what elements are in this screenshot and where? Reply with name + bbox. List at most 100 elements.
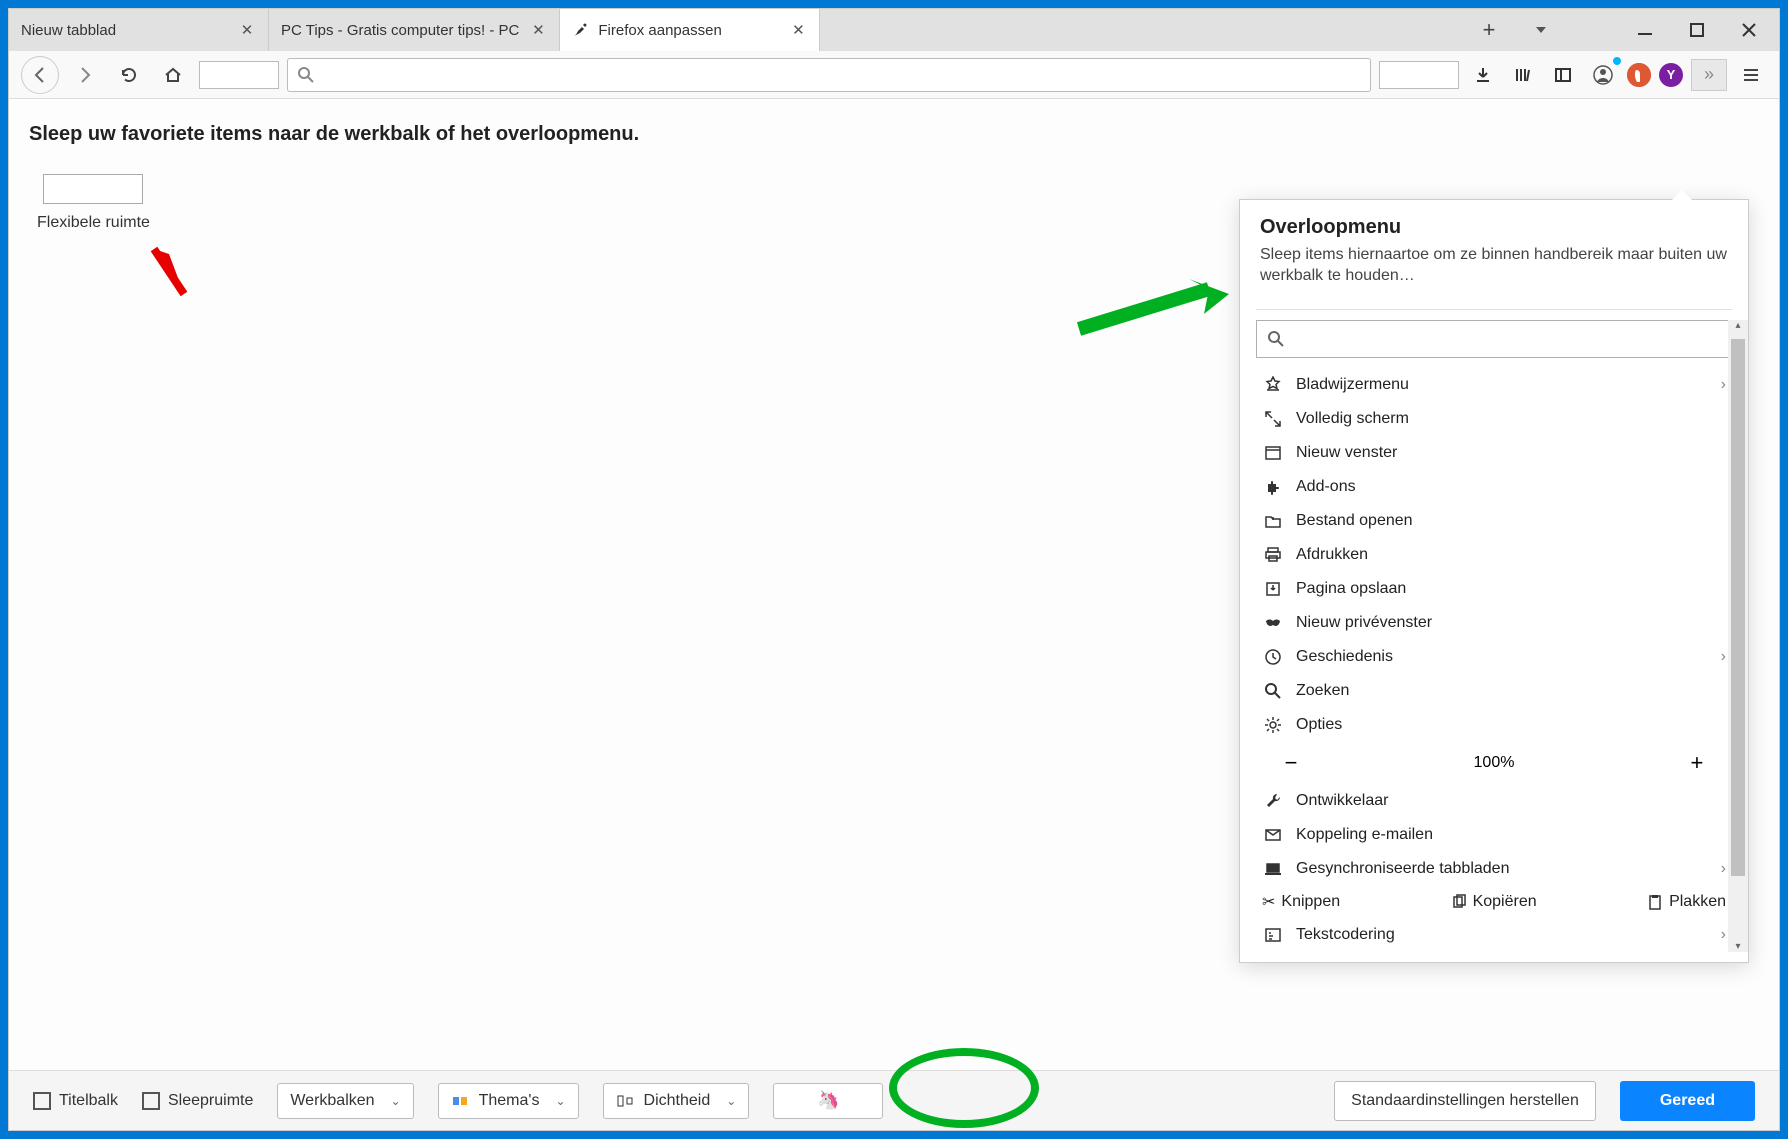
window-close-icon[interactable] — [1729, 10, 1769, 50]
close-icon[interactable]: ✕ — [789, 21, 807, 39]
overflow-search-input[interactable] — [1256, 320, 1732, 358]
chevron-right-icon: › — [1721, 860, 1726, 878]
overflow-item-addons[interactable]: Add-ons — [1256, 470, 1732, 504]
overflow-item-private[interactable]: Nieuw privévenster — [1256, 606, 1732, 640]
checkbox-icon — [33, 1092, 51, 1110]
back-button[interactable] — [21, 56, 59, 94]
tab-label: Firefox aanpassen — [598, 22, 721, 39]
forward-button[interactable] — [67, 57, 103, 93]
zoom-in-button[interactable]: + — [1682, 748, 1712, 778]
tab-label: PC Tips - Gratis computer tips! - PC — [281, 22, 519, 39]
print-icon — [1262, 544, 1284, 566]
item-label: Koppeling e-mailen — [1296, 826, 1433, 844]
new-tab-button[interactable]: + — [1469, 10, 1509, 50]
tab-label: Nieuw tabblad — [21, 22, 116, 39]
flexible-space-placeholder[interactable] — [1379, 61, 1459, 89]
tabs-dropdown-icon[interactable] — [1521, 10, 1561, 50]
close-icon[interactable]: ✕ — [529, 21, 547, 39]
home-button[interactable] — [155, 57, 191, 93]
folder-open-icon — [1262, 510, 1284, 532]
encoding-icon — [1262, 924, 1284, 946]
overflow-item-options[interactable]: Opties — [1256, 708, 1732, 742]
item-label: Afdrukken — [1296, 546, 1368, 564]
chevron-right-icon: › — [1721, 926, 1726, 944]
item-label: Ontwikkelaar — [1296, 792, 1388, 810]
unicorn-button[interactable]: 🦄 — [773, 1083, 883, 1119]
copy-button[interactable]: Kopiëren — [1451, 893, 1537, 911]
overflow-item-search[interactable]: Zoeken — [1256, 674, 1732, 708]
window-icon — [1262, 442, 1284, 464]
toolbars-dropdown[interactable]: Werkbalken ⌄ — [277, 1083, 413, 1119]
search-icon — [298, 67, 314, 83]
tab-customize[interactable]: Firefox aanpassen ✕ — [560, 9, 820, 51]
puzzle-icon — [1262, 476, 1284, 498]
overflow-item-bookmarks[interactable]: Bladwijzermenu › — [1256, 368, 1732, 402]
clipboard-icon — [1647, 894, 1663, 910]
instruction-text: Sleep uw favoriete items naar de werkbal… — [29, 123, 1759, 146]
overflow-item-save-page[interactable]: Pagina opslaan — [1256, 572, 1732, 606]
customize-content: Sleep uw favoriete items naar de werkbal… — [9, 99, 1779, 1070]
chevron-down-icon: ⌄ — [391, 1094, 401, 1108]
dropdown-label: Thema's — [479, 1092, 540, 1110]
green-arrow-annotation — [1069, 269, 1239, 349]
item-label: Opties — [1296, 716, 1342, 734]
zoom-out-button[interactable]: − — [1276, 748, 1306, 778]
window-maximize-icon[interactable] — [1677, 10, 1717, 50]
duckduckgo-icon[interactable] — [1627, 63, 1651, 87]
chevron-right-icon: › — [1721, 648, 1726, 666]
overflow-item-history[interactable]: Geschiedenis › — [1256, 640, 1732, 674]
checkbox-label: Titelbalk — [59, 1092, 118, 1110]
url-bar[interactable] — [287, 58, 1371, 92]
chevron-right-icon: › — [1721, 376, 1726, 394]
zoom-value: 100% — [1474, 754, 1515, 772]
restore-defaults-button[interactable]: Standaardinstellingen herstellen — [1334, 1081, 1596, 1121]
brush-icon — [572, 22, 588, 38]
mask-icon — [1262, 612, 1284, 634]
overflow-button[interactable]: » — [1691, 59, 1727, 91]
copy-icon — [1451, 894, 1467, 910]
density-dropdown[interactable]: Dichtheid ⌄ — [603, 1083, 750, 1119]
overflow-item-new-window[interactable]: Nieuw venster — [1256, 436, 1732, 470]
overflow-item-encoding[interactable]: Tekstcodering › — [1256, 918, 1732, 952]
titlebar-checkbox[interactable]: Titelbalk — [33, 1092, 118, 1110]
library-icon[interactable] — [1507, 59, 1539, 91]
item-label: Nieuw privévenster — [1296, 614, 1432, 632]
sidebar-icon[interactable] — [1547, 59, 1579, 91]
overflow-item-open-file[interactable]: Bestand openen — [1256, 504, 1732, 538]
overflow-item-email-link[interactable]: Koppeling e-mailen — [1256, 818, 1732, 852]
fullscreen-icon — [1262, 408, 1284, 430]
hamburger-menu-icon[interactable] — [1735, 59, 1767, 91]
done-button[interactable]: Gereed — [1620, 1081, 1755, 1121]
overflow-item-synced-tabs[interactable]: Gesynchroniseerde tabbladen › — [1256, 852, 1732, 886]
scrollbar[interactable]: ▴▾ — [1728, 320, 1748, 952]
overflow-item-developer[interactable]: Ontwikkelaar — [1256, 784, 1732, 818]
checkbox-label: Sleepruimte — [168, 1092, 253, 1110]
themes-dropdown[interactable]: Thema's ⌄ — [438, 1083, 579, 1119]
customize-footer: Titelbalk Sleepruimte Werkbalken ⌄ Thema… — [9, 1070, 1779, 1130]
red-arrow-annotation — [139, 234, 199, 304]
paste-button[interactable]: Plakken — [1647, 893, 1726, 911]
cut-button[interactable]: ✂Knippen — [1262, 892, 1340, 912]
downloads-icon[interactable] — [1467, 59, 1499, 91]
close-icon[interactable]: ✕ — [238, 21, 256, 39]
flexible-space-item[interactable]: Flexibele ruimte — [37, 174, 150, 232]
overflow-title: Overloopmenu — [1260, 216, 1728, 239]
item-label: Zoeken — [1296, 682, 1349, 700]
reload-button[interactable] — [111, 57, 147, 93]
theme-icon — [451, 1092, 469, 1110]
tab-new[interactable]: Nieuw tabblad ✕ — [9, 9, 269, 51]
item-label: Tekstcodering — [1296, 926, 1395, 944]
tab-pctips[interactable]: PC Tips - Gratis computer tips! - PC ✕ — [269, 9, 560, 51]
search-icon — [1267, 330, 1285, 348]
dragspace-checkbox[interactable]: Sleepruimte — [142, 1092, 253, 1110]
account-icon[interactable] — [1587, 59, 1619, 91]
flexible-space-box — [43, 174, 143, 204]
density-icon — [616, 1092, 634, 1110]
item-label: Bestand openen — [1296, 512, 1413, 530]
overflow-item-print[interactable]: Afdrukken — [1256, 538, 1732, 572]
clock-icon — [1262, 646, 1284, 668]
yahoo-icon[interactable]: Y — [1659, 63, 1683, 87]
flexible-space-placeholder[interactable] — [199, 61, 279, 89]
window-minimize-icon[interactable] — [1625, 10, 1665, 50]
overflow-item-fullscreen[interactable]: Volledig scherm — [1256, 402, 1732, 436]
